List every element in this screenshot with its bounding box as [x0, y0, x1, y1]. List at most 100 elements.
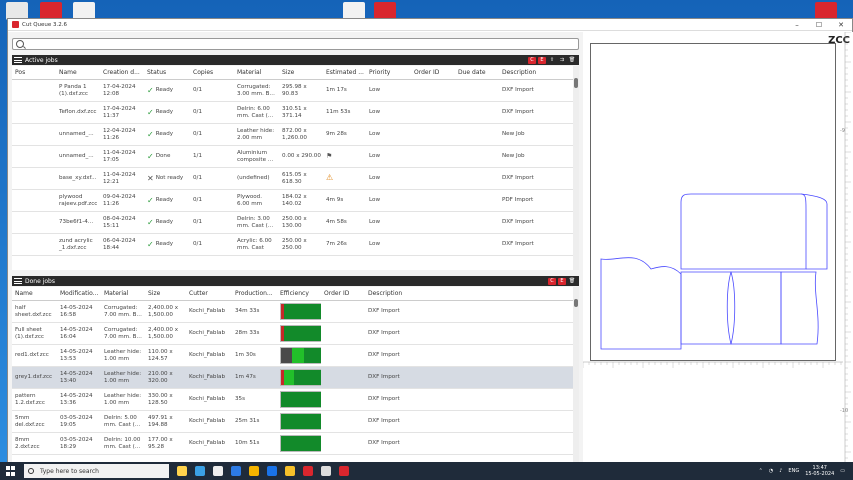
production-time-cell: 1m 30s: [235, 352, 256, 358]
name-cell: P Panda 1 (1).dxf.zcc: [59, 83, 88, 97]
table-row[interactable]: zund acrylic _1.dxf.zcc 06-04-2024 18:44 ✓…: [12, 234, 579, 256]
edge-icon[interactable]: [195, 466, 205, 476]
material-cell: Delrin: 6.00 mm. Cast (...: [237, 105, 274, 119]
trash-icon[interactable]: 🗑: [568, 57, 576, 64]
taskbar-search-input[interactable]: Type here to search: [24, 464, 169, 478]
windows-start-icon[interactable]: [6, 466, 16, 476]
editor-icon[interactable]: E: [558, 277, 566, 285]
table-row[interactable]: Full sheet (1).dxf.zcc 14-05-2024 16:04 Co…: [12, 323, 579, 345]
table-row[interactable]: red1.dxf.zcc 14-05-2024 13:53 Leather hide…: [12, 345, 579, 367]
active_jobs-column-header[interactable]: Creation d...: [100, 69, 144, 76]
done-jobs-columns: Name Modificatio... Material Size Cutter Prod…: [12, 287, 579, 301]
active_jobs-column-header[interactable]: Estimated ...: [323, 69, 366, 76]
network-icon[interactable]: ◔: [769, 468, 773, 474]
priority-cell: Low: [369, 109, 381, 115]
name-cell: base_xy.dxf...: [59, 175, 97, 181]
table-row[interactable]: unnamed_... 12-04-2024 11:26 ✓ Ready 0/1 Leat…: [12, 124, 579, 146]
share-icon[interactable]: ⇪: [548, 57, 556, 64]
active_jobs-column-header[interactable]: Order ID: [411, 69, 455, 76]
active_jobs-column-header[interactable]: Pos: [12, 69, 56, 76]
active_jobs-column-header[interactable]: Description: [499, 69, 574, 76]
size-cell: 250.00 x 130.00: [282, 215, 307, 229]
efficiency-cell: [277, 369, 321, 386]
table-row[interactable]: 73be6f1-4... 08-04-2024 15:11 ✓ Ready 0/1 Del…: [12, 212, 579, 234]
done-jobs-title: Done jobs: [25, 277, 55, 285]
file-explorer-icon[interactable]: [177, 466, 187, 476]
table-row[interactable]: 5mm del.dxf.zcc 03-05-2024 19:05 Delrin: 5…: [12, 411, 579, 433]
done_jobs-column-header[interactable]: Material: [101, 290, 145, 297]
table-row[interactable]: P Panda 1 (1).dxf.zcc 17-04-2024 12:08 ✓ Re…: [12, 80, 579, 102]
table-row[interactable]: pattern 1.2.dxf.zcc 14-05-2024 13:36 Leath…: [12, 389, 579, 411]
creation-date-cell: 12-04-2024 11:26: [103, 127, 136, 141]
estimated-label: 1m 17s: [326, 87, 347, 93]
check-icon: ✓: [147, 197, 154, 204]
search-input[interactable]: [12, 38, 579, 50]
done_jobs-column-header[interactable]: Cutter: [186, 290, 232, 297]
description-cell: DXF Import: [368, 440, 400, 446]
material-cell: Acrylic: 6.00 mm. Cast: [237, 237, 272, 251]
language-indicator[interactable]: ENG: [788, 468, 799, 474]
table-row[interactable]: base_xy.dxf... 11-04-2024 12:21 ✕ Not ready…: [12, 168, 579, 190]
done_jobs-column-header[interactable]: Name: [12, 290, 57, 297]
done_jobs-column-header[interactable]: Efficiency: [277, 290, 321, 297]
chrome-icon[interactable]: [249, 466, 259, 476]
done_jobs-column-header[interactable]: Description: [365, 290, 435, 297]
notifications-icon[interactable]: ▭: [840, 468, 845, 474]
done_jobs-column-header[interactable]: Size: [145, 290, 186, 297]
name-cell: zund acrylic _1.dxf.zcc: [59, 237, 93, 251]
cut-preview-canvas[interactable]: [590, 43, 836, 361]
table-row[interactable]: 8mm 2.dxf.zcc 03-05-2024 18:29 Delrin: 10.…: [12, 433, 579, 455]
table-row[interactable]: Teflon.dxf.zcc 17-04-2024 11:37 ✓ Ready 0/1 D…: [12, 102, 579, 124]
description-cell: PDF Import: [502, 197, 534, 203]
store-icon[interactable]: [231, 466, 241, 476]
hamburger-menu-icon[interactable]: [14, 57, 22, 63]
table-row[interactable]: grey1.dxf.zcc 14-05-2024 13:40 Leather hid…: [12, 367, 579, 389]
active_jobs-column-header[interactable]: Due date: [455, 69, 499, 76]
table-row[interactable]: plywood rajeev.pdf.zcc 09-04-2024 11:26 ✓ R…: [12, 190, 579, 212]
estimated-cell: 4m 9s: [323, 197, 366, 204]
mail-icon[interactable]: [285, 466, 295, 476]
zcc-icon[interactable]: C: [548, 277, 556, 285]
maximize-button[interactable]: ☐: [808, 21, 830, 29]
efficiency-bar: [280, 303, 321, 320]
clock[interactable]: 13:47 15-05-2024: [805, 465, 834, 477]
active-jobs-scrollbar[interactable]: [573, 66, 579, 270]
volume-icon[interactable]: ♪: [779, 468, 782, 474]
active_jobs-column-header[interactable]: Priority: [366, 69, 411, 76]
editor-icon[interactable]: [303, 466, 313, 476]
taskbar: Type here to search ⌃ ◔ ♪ ENG 13:47 15-0…: [0, 462, 853, 480]
hamburger-menu-icon[interactable]: [14, 278, 22, 284]
zcc-icon[interactable]: C: [528, 56, 536, 64]
done_jobs-column-header[interactable]: Production...: [232, 290, 277, 297]
search-icon: [28, 468, 34, 474]
active_jobs-column-header[interactable]: Material: [234, 69, 279, 76]
done-jobs-scrollbar[interactable]: [573, 287, 579, 462]
inkscape-icon-2[interactable]: [321, 466, 331, 476]
size-cell: 615.05 x 618.30: [282, 171, 307, 185]
done_jobs-column-header[interactable]: Modificatio...: [57, 290, 101, 297]
table-row[interactable]: half sheet.dxf.zcc 14-05-2024 16:58 Corrug…: [12, 301, 579, 323]
zcc-taskbar-icon[interactable]: [339, 466, 349, 476]
size-cell: 295.98 x 90.83: [282, 83, 307, 97]
material-cell: Corrugated: 3.00 mm. B...: [237, 83, 275, 97]
minimize-button[interactable]: –: [786, 21, 808, 29]
estimated-label: 9m 28s: [326, 131, 347, 137]
editor-icon[interactable]: E: [538, 56, 546, 64]
inkscape-icon[interactable]: [213, 466, 223, 476]
send-icon[interactable]: ⇉: [558, 57, 566, 64]
table-row[interactable]: unnamed_... 11-04-2024 17:05 ✓ Done 1/1 Alumi…: [12, 146, 579, 168]
creation-date-cell: 11-04-2024 12:21: [103, 171, 136, 185]
clock-date: 15-05-2024: [805, 471, 835, 477]
close-button[interactable]: ✕: [830, 21, 852, 29]
active_jobs-column-header[interactable]: Name: [56, 69, 100, 76]
size-cell: 497.91 x 194.88: [148, 414, 173, 428]
app-icon[interactable]: [267, 466, 277, 476]
active_jobs-column-header[interactable]: Copies: [190, 69, 234, 76]
modification-date-cell: 14-05-2024 16:04: [60, 326, 93, 340]
active_jobs-column-header[interactable]: Status: [144, 69, 190, 76]
tray-chevron-icon[interactable]: ⌃: [759, 468, 763, 474]
done_jobs-column-header[interactable]: Order ID: [321, 290, 365, 297]
material-cell: Delrin: 10.00 mm. Cast (...: [104, 436, 141, 450]
trash-icon[interactable]: 🗑: [568, 278, 576, 285]
active_jobs-column-header[interactable]: Size: [279, 69, 323, 76]
